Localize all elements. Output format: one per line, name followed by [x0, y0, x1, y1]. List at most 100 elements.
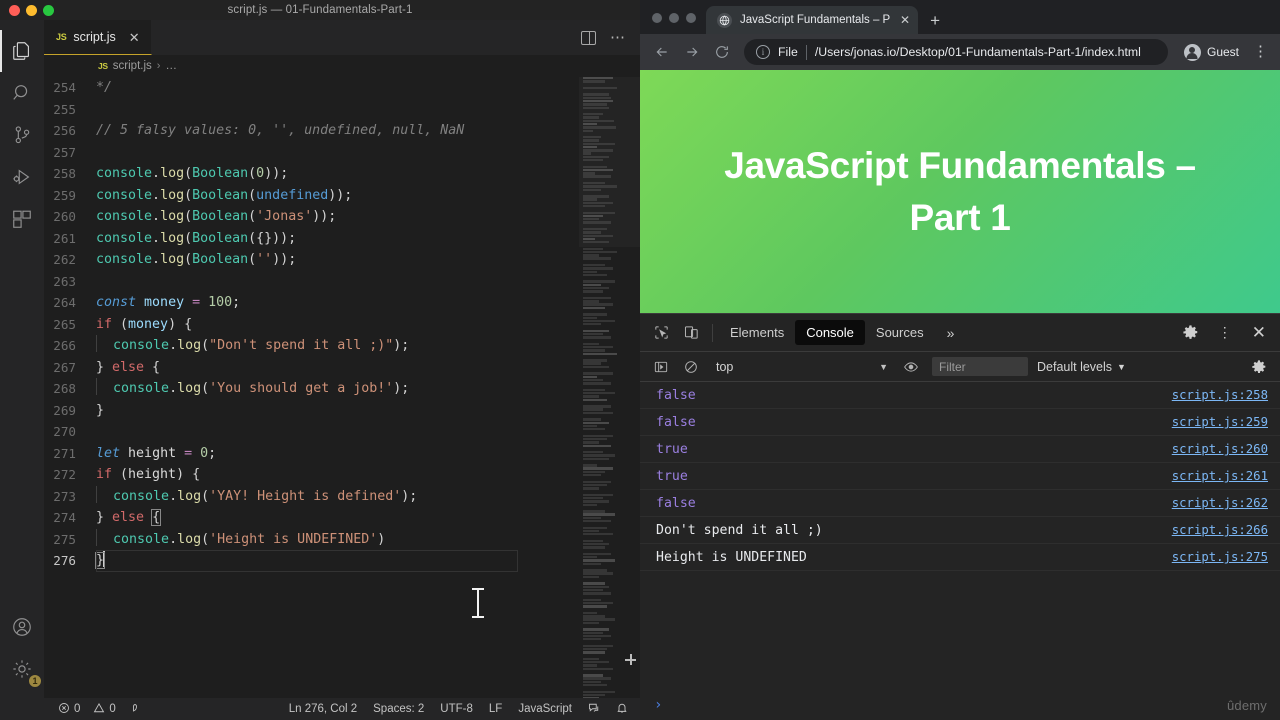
- account-icon[interactable]: [0, 606, 44, 648]
- settings-gear-icon[interactable]: 1: [0, 648, 44, 690]
- live-expression-icon[interactable]: [896, 353, 926, 381]
- editor-tab-script-js[interactable]: JS script.js ✕: [44, 20, 152, 55]
- minimap-line: [583, 264, 605, 267]
- clear-console-icon[interactable]: [676, 353, 706, 381]
- feedback-icon[interactable]: [588, 702, 600, 717]
- minimap-line: [583, 542, 609, 546]
- site-info-icon[interactable]: i: [756, 45, 770, 59]
- chrome-traffic-lights[interactable]: [648, 13, 706, 34]
- console-source-link[interactable]: script.js:258: [1172, 388, 1268, 402]
- reload-button[interactable]: [708, 38, 736, 66]
- split-editor-icon[interactable]: [581, 30, 596, 45]
- code-token: Boolean: [192, 209, 249, 224]
- back-button[interactable]: [648, 38, 676, 66]
- code-line[interactable]: 259 console.log(Boolean(undefined));: [44, 185, 579, 207]
- device-toolbar-icon[interactable]: [676, 319, 706, 347]
- code-line[interactable]: 264 const money = 100;: [44, 292, 579, 314]
- breadcrumb-rest[interactable]: …: [165, 60, 177, 72]
- encoding[interactable]: UTF-8: [440, 703, 473, 715]
- close-devtools-icon[interactable]: ✕: [1244, 324, 1274, 341]
- code-line[interactable]: 256 // 5 falsy values: 0, '', undefined, …: [44, 120, 579, 142]
- console-message-row[interactable]: Don't spend it all ;) script.js:266: [640, 517, 1280, 544]
- code-line[interactable]: 272 if (height) {: [44, 464, 579, 486]
- maximize-window-button[interactable]: [686, 13, 696, 23]
- sidebar-item-extensions[interactable]: [0, 198, 44, 240]
- status-warnings[interactable]: 0: [93, 702, 116, 717]
- breadcrumb[interactable]: JS script.js › …: [44, 55, 640, 77]
- browser-tab[interactable]: JavaScript Fundamentals – Par ✕: [706, 6, 919, 34]
- close-icon[interactable]: ✕: [129, 31, 140, 44]
- url-text[interactable]: /Users/jonas.io/Desktop/01-Fundamentals-…: [815, 45, 1141, 59]
- code-lines[interactable]: 254 */ 255 256 // 5 falsy values: 0, '', und…: [44, 77, 579, 698]
- code-line[interactable]: 269}: [44, 400, 579, 422]
- code-line[interactable]: 258 console.log(Boolean(0));: [44, 163, 579, 185]
- execution-context-select[interactable]: top ▼: [706, 360, 896, 374]
- console-sidebar-icon[interactable]: [646, 353, 676, 381]
- code-line[interactable]: 267} else {: [44, 357, 579, 379]
- code-line[interactable]: 262 console.log(Boolean(''));: [44, 249, 579, 271]
- code-line[interactable]: 261 console.log(Boolean({}));: [44, 228, 579, 250]
- code-line[interactable]: 271 let height = 0;: [44, 443, 579, 465]
- console-source-link[interactable]: script.js:266: [1172, 523, 1268, 537]
- notifications-icon[interactable]: [616, 702, 628, 717]
- more-tabs-icon[interactable]: »: [935, 325, 967, 341]
- console-source-link[interactable]: script.js:259: [1172, 415, 1268, 429]
- code-line[interactable]: 254 */: [44, 77, 579, 99]
- code-line[interactable]: 257: [44, 142, 579, 164]
- sidebar-item-explorer[interactable]: [0, 30, 44, 72]
- code-line[interactable]: 274} else {: [44, 507, 579, 529]
- code-editor[interactable]: 254 */ 255 256 // 5 falsy values: 0, '', und…: [44, 77, 640, 698]
- address-bar[interactable]: i File /Users/jonas.io/Desktop/01-Fundam…: [744, 39, 1168, 65]
- sidebar-item-source-control[interactable]: [0, 114, 44, 156]
- tab-sources[interactable]: Sources: [865, 320, 935, 345]
- indentation[interactable]: Spaces: 2: [373, 703, 424, 715]
- console-output[interactable]: false script.js:258 false script.js:259 true…: [640, 382, 1280, 690]
- console-message-row[interactable]: false script.js:259: [640, 409, 1280, 436]
- close-window-button[interactable]: [652, 13, 662, 23]
- code-line[interactable]: 266 console.log("Don't spend it all ;)")…: [44, 335, 579, 357]
- more-actions-icon[interactable]: ⋯: [610, 30, 626, 45]
- code-line[interactable]: 273 console.log('YAY! Height is defined'…: [44, 485, 579, 508]
- minimap-slider[interactable]: [579, 77, 640, 247]
- code-line[interactable]: 260 console.log(Boolean('Jonas'));: [44, 206, 579, 228]
- log-levels-select[interactable]: Default levels ▼: [1028, 360, 1135, 374]
- console-filter-input[interactable]: Filter: [932, 357, 1028, 376]
- code-line[interactable]: 263: [44, 271, 579, 293]
- inspect-element-icon[interactable]: [646, 319, 676, 347]
- minimize-window-button[interactable]: [669, 13, 679, 23]
- console-message-row[interactable]: false script.js:262: [640, 490, 1280, 517]
- code-line[interactable]: 268 console.log('You should get a job!')…: [44, 378, 579, 400]
- console-message-row[interactable]: Height is UNDEFINED script.js:275: [640, 544, 1280, 571]
- line-ending[interactable]: LF: [489, 703, 502, 715]
- console-prompt[interactable]: ›: [640, 690, 1280, 720]
- console-message-row[interactable]: true script.js:261: [640, 463, 1280, 490]
- profile-button[interactable]: Guest: [1176, 43, 1247, 61]
- cursor-position[interactable]: Ln 276, Col 2: [289, 703, 357, 715]
- status-errors[interactable]: 0: [58, 702, 80, 717]
- console-source-link[interactable]: script.js:262: [1172, 496, 1268, 510]
- new-tab-button[interactable]: +: [918, 12, 950, 34]
- console-source-link[interactable]: script.js:261: [1172, 469, 1268, 483]
- tab-elements[interactable]: Elements: [719, 320, 795, 345]
- console-settings-icon[interactable]: [1244, 353, 1274, 381]
- sidebar-item-run-debug[interactable]: [0, 156, 44, 198]
- minimap[interactable]: [579, 77, 640, 698]
- console-message-row[interactable]: false script.js:258: [640, 382, 1280, 409]
- close-icon[interactable]: ✕: [900, 13, 910, 27]
- console-message-row[interactable]: true script.js:260: [640, 436, 1280, 463]
- tab-console[interactable]: Console: [795, 320, 865, 345]
- more-options-icon[interactable]: ⋮: [1210, 325, 1240, 339]
- code-line[interactable]: 265 if (money) {: [44, 314, 579, 336]
- language-mode[interactable]: JavaScript: [518, 703, 572, 715]
- code-line[interactable]: 275 console.log('Height is UNDEFINED'): [44, 528, 579, 551]
- forward-button[interactable]: [678, 38, 706, 66]
- console-source-link[interactable]: script.js:275: [1172, 550, 1268, 564]
- chrome-menu-icon[interactable]: ⋮: [1249, 44, 1272, 58]
- settings-gear-icon[interactable]: [1176, 319, 1206, 347]
- ports-icon[interactable]: [129, 702, 141, 717]
- console-source-link[interactable]: script.js:260: [1172, 442, 1268, 456]
- breadcrumb-file[interactable]: script.js: [113, 60, 152, 72]
- sidebar-item-search[interactable]: [0, 72, 44, 114]
- code-line[interactable]: 270: [44, 421, 579, 443]
- code-line[interactable]: 255: [44, 99, 579, 121]
